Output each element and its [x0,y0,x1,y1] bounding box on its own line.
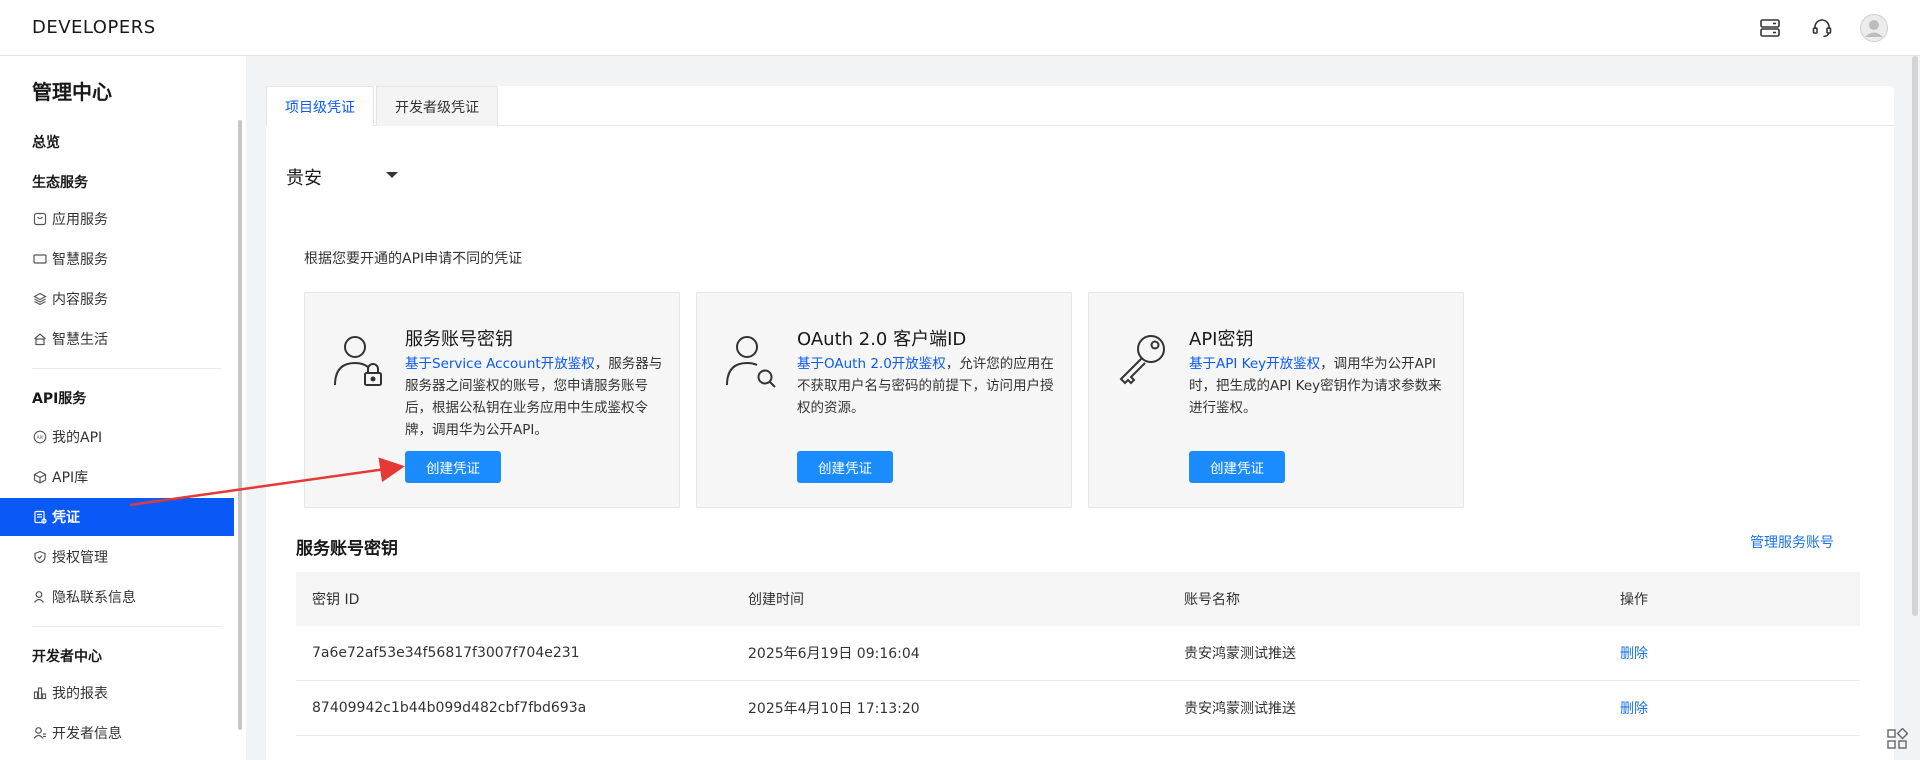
sidebar-item-my-api[interactable]: API 我的API [0,418,234,456]
card-doc-link[interactable]: 基于API Key开放鉴权 [1189,356,1320,372]
sidebar-title: 管理中心 [32,80,112,104]
report-icon [32,685,48,701]
main-content: 项目级凭证 开发者级凭证 贵安 根据您要开通的API申请不同的凭证 服务账号密钥… [266,86,1894,760]
delete-button[interactable]: 删除 [1620,646,1648,662]
sidebar-item-privacy-contact[interactable]: 隐私联系信息 [0,578,234,616]
create-api-key-button[interactable]: 创建凭证 [1189,451,1285,483]
headset-icon[interactable] [1808,14,1836,42]
column-header: 账号名称 [1184,592,1240,608]
user-avatar-icon[interactable] [1860,14,1888,42]
svg-text:API: API [36,435,43,441]
key-id-cell: 7a6e72af53e34f56817f3007f704e231 [312,645,580,661]
grid-apps-icon[interactable] [1886,728,1908,750]
user-search-icon [726,336,776,388]
sidebar-item-smart-service[interactable]: 智慧服务 [0,240,234,278]
sidebar-divider [32,368,222,369]
api-library-icon [32,469,48,485]
sidebar-item-label: 我的API [52,430,103,446]
created-time-cell: 2025年4月10日 17:13:20 [748,701,920,717]
sidebar: 管理中心 总览 生态服务 应用服务 智慧服务 内容服务 智慧生活 API服务 A… [0,56,246,760]
credential-hint: 根据您要开通的API申请不同的凭证 [304,251,523,267]
sidebar-item-label: API库 [52,470,89,486]
tab-developer-credentials[interactable]: 开发者级凭证 [376,86,498,126]
create-service-account-button[interactable]: 创建凭证 [405,451,501,483]
service-account-section-title: 服务账号密钥 [296,539,398,559]
card-description: 基于API Key开放鉴权，调用华为公开API时，把生成的API Key密钥作为… [1189,353,1451,419]
region-select-value: 贵安 [286,168,322,189]
card-doc-link[interactable]: 基于OAuth 2.0开放鉴权 [797,356,946,372]
delete-button[interactable]: 删除 [1620,701,1648,717]
sidebar-item-label: 应用服务 [52,212,108,228]
sidebar-divider [32,626,222,627]
card-description: 基于Service Account开放鉴权，服务器与服务器之间鉴权的账号，您申请… [405,353,667,441]
sidebar-scrollbar[interactable] [238,120,242,730]
created-time-cell: 2025年6月19日 09:16:04 [748,646,920,662]
app-service-icon [32,211,48,227]
sidebar-item-api-library[interactable]: API库 [0,458,234,496]
smart-service-icon [32,251,48,267]
sidebar-item-credentials[interactable]: 凭证 [0,498,234,536]
sidebar-item-app-service[interactable]: 应用服务 [0,200,234,238]
developer-info-icon [32,725,48,741]
sidebar-item-label: 智慧服务 [52,252,108,268]
sidebar-item-label: 我的报表 [52,686,108,702]
my-api-icon: API [32,429,48,445]
tab-bar: 项目级凭证 开发者级凭证 [266,86,1894,126]
account-name-cell: 贵安鸿蒙测试推送 [1184,701,1296,717]
authorization-icon [32,549,48,565]
table-row: 87409942c1b44b099d482cbf7fbd693a 2025年4月… [296,681,1860,736]
table-row: 7a6e72af53e34f56817f3007f704e231 2025年6月… [296,626,1860,681]
sidebar-item-content-service[interactable]: 内容服务 [0,280,234,318]
card-title: API密钥 [1189,329,1254,350]
server-icon[interactable] [1756,14,1784,42]
card-doc-link[interactable]: 基于Service Account开放鉴权 [405,356,595,372]
card-title: 服务账号密钥 [405,329,513,350]
sidebar-item-label: 内容服务 [52,292,108,308]
sidebar-item-label: 开发者信息 [52,726,122,742]
service-account-card: 服务账号密钥 基于Service Account开放鉴权，服务器与服务器之间鉴权… [304,292,680,508]
card-title: OAuth 2.0 客户端ID [797,329,967,350]
sidebar-item-label: 授权管理 [52,550,108,566]
section-eco-services: 生态服务 [32,175,88,191]
region-select[interactable]: 贵安 [286,162,398,192]
service-account-table: 密钥 ID 创建时间 账号名称 操作 7a6e72af53e34f56817f3… [296,572,1860,736]
api-key-card: API密钥 基于API Key开放鉴权，调用华为公开API时，把生成的API K… [1088,292,1464,508]
section-api-services: API服务 [32,391,87,407]
brand-logo[interactable]: DEVELOPERS [32,17,156,38]
sidebar-item-smart-life[interactable]: 智慧生活 [0,320,234,358]
user-lock-icon [334,336,382,386]
create-oauth-client-button[interactable]: 创建凭证 [797,451,893,483]
top-bar: DEVELOPERS [0,0,1920,56]
top-icons [1756,0,1888,56]
main-scrollbar[interactable] [1912,56,1918,616]
column-header: 密钥 ID [312,592,360,608]
content-service-icon [32,291,48,307]
smart-life-icon [32,331,48,347]
column-header: 创建时间 [748,592,804,608]
manage-service-account-link[interactable]: 管理服务账号 [1750,532,1834,552]
caret-down-icon [386,172,398,178]
tab-project-credentials[interactable]: 项目级凭证 [266,86,374,126]
key-icon [1119,335,1165,385]
privacy-contact-icon [32,589,48,605]
sidebar-item-label: 智慧生活 [52,332,108,348]
sidebar-item-overview[interactable]: 总览 [32,132,60,152]
column-header: 操作 [1620,592,1648,608]
sidebar-item-label: 隐私联系信息 [52,590,136,606]
section-developer-center: 开发者中心 [32,649,102,665]
credential-icon [32,509,48,525]
sidebar-item-authorization[interactable]: 授权管理 [0,538,234,576]
oauth-client-card: OAuth 2.0 客户端ID 基于OAuth 2.0开放鉴权，允许您的应用在不… [696,292,1072,508]
sidebar-item-developer-info[interactable]: 开发者信息 [0,714,234,752]
card-description: 基于OAuth 2.0开放鉴权，允许您的应用在不获取用户名与密码的前提下，访问用… [797,353,1059,419]
table-header: 密钥 ID 创建时间 账号名称 操作 [296,572,1860,626]
sidebar-item-label: 凭证 [52,510,80,526]
key-id-cell: 87409942c1b44b099d482cbf7fbd693a [312,700,587,716]
account-name-cell: 贵安鸿蒙测试推送 [1184,646,1296,662]
sidebar-item-reports[interactable]: 我的报表 [0,674,234,712]
